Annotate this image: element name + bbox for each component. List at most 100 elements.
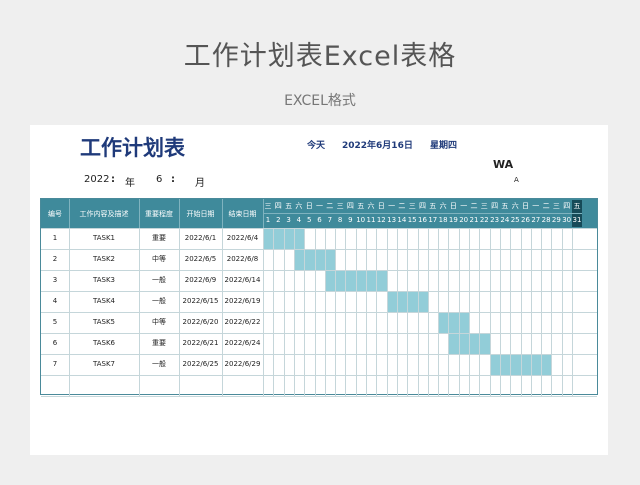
- wa-cell[interactable]: WA: [493, 158, 513, 171]
- task-start-cell[interactable]: 2022/6/1: [179, 228, 222, 249]
- weekday-header[interactable]: 一: [387, 200, 397, 213]
- weekday-header[interactable]: 四: [273, 200, 283, 213]
- day-header[interactable]: 28: [541, 214, 551, 227]
- task-name-cell[interactable]: TASK3: [69, 270, 139, 291]
- weekday-header[interactable]: 二: [397, 200, 407, 213]
- task-start-cell[interactable]: 2022/6/5: [179, 249, 222, 270]
- day-header[interactable]: 12: [376, 214, 386, 227]
- day-header[interactable]: 7: [325, 214, 335, 227]
- task-id-cell[interactable]: 1: [41, 228, 69, 249]
- task-start-cell[interactable]: 2022/6/25: [179, 354, 222, 375]
- task-bar[interactable]: [438, 312, 469, 333]
- day-header[interactable]: 5: [304, 214, 314, 227]
- weekday-header[interactable]: 二: [541, 200, 551, 213]
- weekday-header[interactable]: 三: [407, 200, 417, 213]
- task-id-cell[interactable]: 3: [41, 270, 69, 291]
- weekday-header[interactable]: 四: [490, 200, 500, 213]
- weekday-header[interactable]: 四: [418, 200, 428, 213]
- weekday-header[interactable]: 六: [510, 200, 520, 213]
- weekday-header[interactable]: 五: [356, 200, 366, 213]
- column-header[interactable]: 编号: [41, 209, 69, 219]
- weekday-header[interactable]: 三: [263, 200, 273, 213]
- task-start-cell[interactable]: 2022/6/9: [179, 270, 222, 291]
- weekday-header[interactable]: 五: [284, 200, 294, 213]
- task-priority-cell[interactable]: 中等: [139, 312, 179, 333]
- task-name-cell[interactable]: TASK2: [69, 249, 139, 270]
- day-header[interactable]: 13: [387, 214, 397, 227]
- day-header[interactable]: 11: [366, 214, 376, 227]
- day-header[interactable]: 1: [263, 214, 273, 227]
- weekday-header[interactable]: 一: [315, 200, 325, 213]
- task-id-cell[interactable]: 5: [41, 312, 69, 333]
- weekday-header[interactable]: 日: [521, 200, 531, 213]
- task-priority-cell[interactable]: 一般: [139, 291, 179, 312]
- task-start-cell[interactable]: 2022/6/15: [179, 291, 222, 312]
- weekday-header[interactable]: 日: [376, 200, 386, 213]
- day-header[interactable]: 6: [315, 214, 325, 227]
- task-end-cell[interactable]: 2022/6/29: [222, 354, 263, 375]
- weekday-header[interactable]: 六: [366, 200, 376, 213]
- weekday-header[interactable]: 六: [294, 200, 304, 213]
- task-end-cell[interactable]: 2022/6/8: [222, 249, 263, 270]
- day-header[interactable]: 27: [531, 214, 541, 227]
- day-header[interactable]: 21: [469, 214, 479, 227]
- weekday-header[interactable]: 一: [459, 200, 469, 213]
- today-date[interactable]: 2022年6月16日: [342, 138, 413, 151]
- day-header[interactable]: 23: [490, 214, 500, 227]
- day-header[interactable]: 30: [562, 214, 572, 227]
- day-header[interactable]: 22: [479, 214, 489, 227]
- column-header[interactable]: 工作内容及描述: [69, 209, 139, 219]
- task-end-cell[interactable]: 2022/6/4: [222, 228, 263, 249]
- today-weekday[interactable]: 星期四: [430, 138, 457, 151]
- day-header[interactable]: 2: [273, 214, 283, 227]
- task-id-cell[interactable]: 6: [41, 333, 69, 354]
- task-end-cell[interactable]: 2022/6/24: [222, 333, 263, 354]
- task-name-cell[interactable]: TASK6: [69, 333, 139, 354]
- year-input[interactable]: 2022: [84, 174, 109, 185]
- weekday-header[interactable]: 五: [428, 200, 438, 213]
- day-header[interactable]: 3: [284, 214, 294, 227]
- weekday-header[interactable]: 日: [304, 200, 314, 213]
- day-header[interactable]: 18: [438, 214, 448, 227]
- task-name-cell[interactable]: TASK1: [69, 228, 139, 249]
- task-id-cell[interactable]: 2: [41, 249, 69, 270]
- task-priority-cell[interactable]: 一般: [139, 354, 179, 375]
- task-end-cell[interactable]: 2022/6/22: [222, 312, 263, 333]
- weekday-header[interactable]: 三: [335, 200, 345, 213]
- day-header[interactable]: 31: [572, 214, 582, 227]
- column-header[interactable]: 重要程度: [139, 209, 179, 219]
- column-header[interactable]: 结束日期: [222, 209, 263, 219]
- day-header[interactable]: 10: [356, 214, 366, 227]
- weekday-header[interactable]: 一: [531, 200, 541, 213]
- day-header[interactable]: 17: [428, 214, 438, 227]
- task-priority-cell[interactable]: 中等: [139, 249, 179, 270]
- day-header[interactable]: 24: [500, 214, 510, 227]
- weekday-header[interactable]: 二: [325, 200, 335, 213]
- task-end-cell[interactable]: 2022/6/14: [222, 270, 263, 291]
- weekday-header[interactable]: 三: [551, 200, 561, 213]
- task-end-cell[interactable]: 2022/6/19: [222, 291, 263, 312]
- day-header[interactable]: 14: [397, 214, 407, 227]
- day-header[interactable]: 15: [407, 214, 417, 227]
- weekday-header[interactable]: 三: [479, 200, 489, 213]
- task-id-cell[interactable]: 7: [41, 354, 69, 375]
- day-header[interactable]: 20: [459, 214, 469, 227]
- task-name-cell[interactable]: TASK7: [69, 354, 139, 375]
- weekday-header[interactable]: 五: [572, 200, 582, 213]
- task-priority-cell[interactable]: 重要: [139, 228, 179, 249]
- task-priority-cell[interactable]: 一般: [139, 270, 179, 291]
- a-cell[interactable]: A: [514, 176, 519, 184]
- day-header[interactable]: 26: [521, 214, 531, 227]
- task-name-cell[interactable]: TASK5: [69, 312, 139, 333]
- task-id-cell[interactable]: 4: [41, 291, 69, 312]
- weekday-header[interactable]: 四: [562, 200, 572, 213]
- weekday-header[interactable]: 四: [345, 200, 355, 213]
- task-priority-cell[interactable]: 重要: [139, 333, 179, 354]
- day-header[interactable]: 4: [294, 214, 304, 227]
- task-name-cell[interactable]: TASK4: [69, 291, 139, 312]
- weekday-header[interactable]: 五: [500, 200, 510, 213]
- task-start-cell[interactable]: 2022/6/21: [179, 333, 222, 354]
- task-start-cell[interactable]: 2022/6/20: [179, 312, 222, 333]
- day-header[interactable]: 29: [551, 214, 561, 227]
- weekday-header[interactable]: 二: [469, 200, 479, 213]
